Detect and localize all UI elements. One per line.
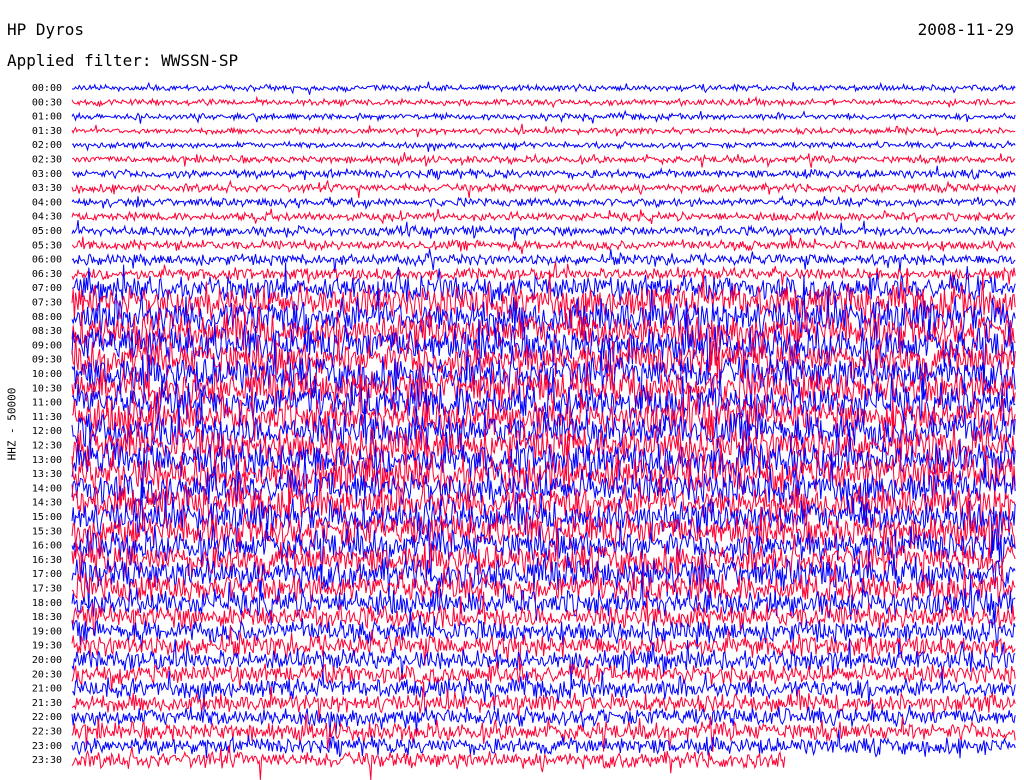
time-tick-label: 09:00	[32, 340, 62, 351]
time-tick-label: 09:30	[32, 355, 62, 366]
time-tick-label: 01:30	[32, 126, 62, 137]
trace-line	[71, 220, 1016, 241]
time-tick-label: 21:30	[32, 698, 62, 709]
trace-line	[71, 248, 1016, 273]
time-tick-label: 23:30	[32, 755, 62, 766]
trace-line	[71, 109, 1016, 124]
time-tick-label: 01:00	[32, 112, 62, 123]
time-tick-label: 17:30	[32, 584, 62, 595]
time-tick-label: 14:00	[32, 483, 62, 494]
time-tick-label: 06:00	[32, 255, 62, 266]
time-tick-label: 08:30	[32, 326, 62, 337]
trace-line	[71, 208, 1016, 225]
time-tick-label: 00:00	[32, 83, 62, 94]
trace-line	[71, 234, 1016, 255]
time-tick-label: 10:00	[32, 369, 62, 380]
trace-line	[71, 152, 1016, 169]
time-tick-label: 06:30	[32, 269, 62, 280]
time-tick-label: 03:30	[32, 183, 62, 194]
time-tick-label: 04:00	[32, 197, 62, 208]
time-tick-label: 12:30	[32, 441, 62, 452]
time-tick-label: 14:30	[32, 498, 62, 509]
time-tick-label: 20:00	[32, 655, 62, 666]
time-tick-label: 10:30	[32, 383, 62, 394]
trace-line	[71, 81, 1016, 95]
time-tick-label: 15:00	[32, 512, 62, 523]
trace-line	[71, 95, 1016, 109]
time-tick-label: 22:30	[32, 727, 62, 738]
time-tick-label: 02:30	[32, 155, 62, 166]
time-tick-label: 18:00	[32, 598, 62, 609]
time-tick-label: 21:00	[32, 684, 62, 695]
time-tick-label: 04:30	[32, 212, 62, 223]
time-tick-label: 11:00	[32, 398, 62, 409]
time-tick-label: 19:30	[32, 641, 62, 652]
time-tick-label: 17:00	[32, 569, 62, 580]
trace-line	[71, 123, 1016, 138]
time-tick-label: 16:30	[32, 555, 62, 566]
trace-line	[71, 179, 1016, 199]
time-tick-label: 15:30	[32, 526, 62, 537]
time-tick-label: 05:30	[32, 240, 62, 251]
time-tick-label: 12:00	[32, 426, 62, 437]
time-tick-label: 07:30	[32, 298, 62, 309]
time-tick-label: 03:00	[32, 169, 62, 180]
trace-line	[71, 729, 1016, 759]
time-tick-label: 18:30	[32, 612, 62, 623]
time-tick-label: 02:00	[32, 140, 62, 151]
trace-line	[71, 139, 1016, 152]
time-tick-label: 08:00	[32, 312, 62, 323]
time-tick-label: 20:30	[32, 669, 62, 680]
time-tick-label: 00:30	[32, 97, 62, 108]
trace-line	[71, 194, 1016, 211]
time-tick-label: 05:00	[32, 226, 62, 237]
time-tick-label: 07:00	[32, 283, 62, 294]
trace-line	[71, 744, 786, 780]
trace-line	[71, 165, 1016, 181]
time-tick-label: 16:00	[32, 541, 62, 552]
time-tick-label: 13:30	[32, 469, 62, 480]
time-tick-label: 11:30	[32, 412, 62, 423]
helicorder-plot: 00:00 00:30 01:00 01:30 02:00 02:30 03:00 03:30…	[32, 81, 1016, 780]
seismogram-page: HP Dyros 2008-11-29 Applied filter: WWSS…	[0, 0, 1024, 780]
time-tick-label: 23:00	[32, 741, 62, 752]
time-tick-label: 22:00	[32, 712, 62, 723]
time-tick-label: 13:00	[32, 455, 62, 466]
time-tick-label: 19:00	[32, 626, 62, 637]
